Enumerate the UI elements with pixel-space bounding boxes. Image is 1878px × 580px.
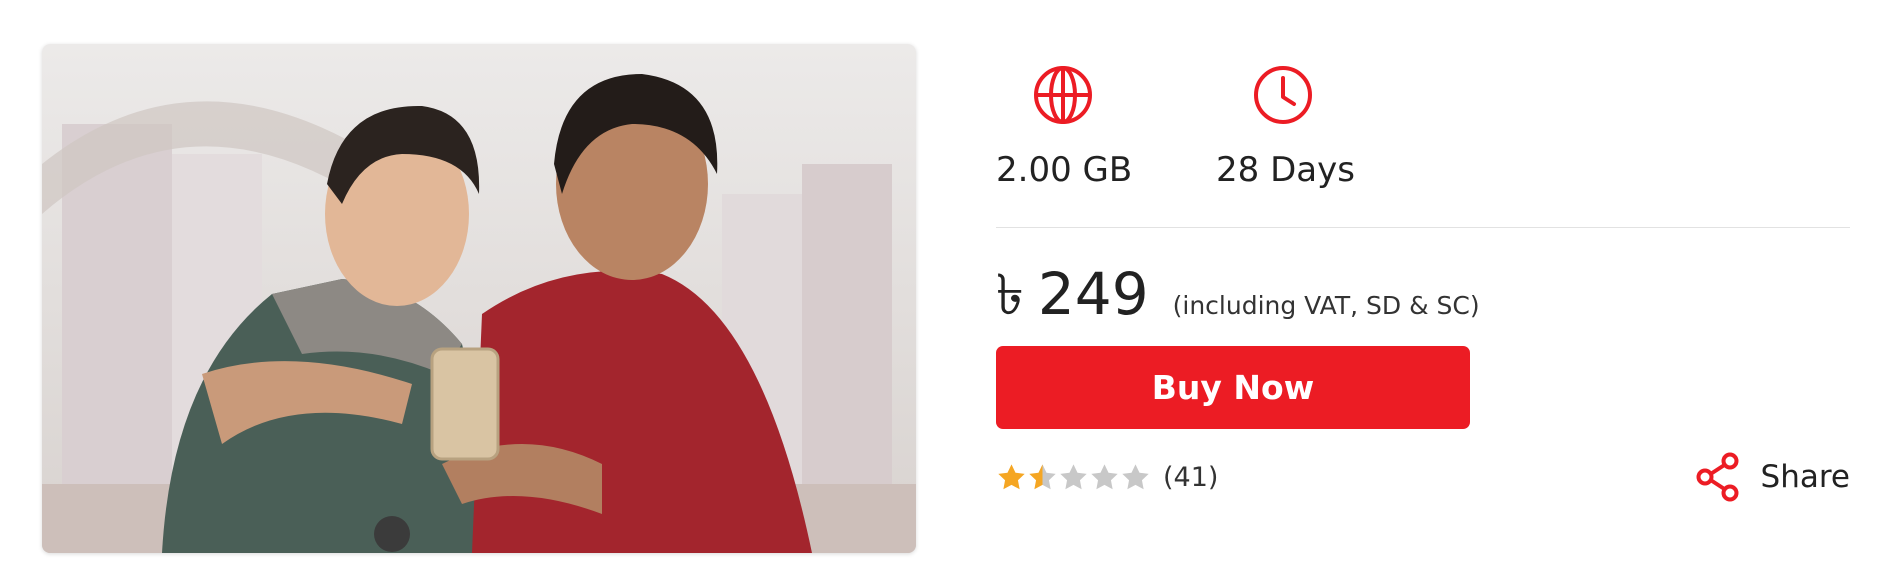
price-row: ৳ 249 (including VAT, SD & SC) bbox=[996, 252, 1480, 332]
price-value: 249 bbox=[1037, 260, 1149, 328]
feature-validity: 28 Days bbox=[1216, 64, 1355, 190]
rating: (41) bbox=[996, 462, 1218, 493]
validity-value: 28 Days bbox=[1216, 150, 1355, 190]
share-button[interactable]: Share bbox=[1695, 452, 1850, 502]
feature-data-volume: 2.00 GB bbox=[996, 64, 1133, 190]
package-details: 2.00 GB 28 Days ৳ 249 (including VAT, SD… bbox=[996, 0, 1850, 580]
star-icon bbox=[996, 462, 1027, 493]
star-empty-icon bbox=[1120, 462, 1151, 493]
buy-now-button[interactable]: Buy Now bbox=[996, 346, 1470, 429]
price-note: (including VAT, SD & SC) bbox=[1172, 291, 1480, 320]
star-half-icon bbox=[1027, 462, 1058, 493]
currency-symbol: ৳ bbox=[996, 263, 1024, 328]
clock-icon bbox=[1252, 64, 1314, 126]
globe-icon bbox=[1032, 64, 1094, 126]
star-empty-icon bbox=[1058, 462, 1089, 493]
share-icon bbox=[1695, 452, 1741, 502]
data-volume-value: 2.00 GB bbox=[996, 150, 1133, 190]
star-empty-icon bbox=[1089, 462, 1120, 493]
package-detail-card: 2.00 GB 28 Days ৳ 249 (including VAT, SD… bbox=[0, 0, 1878, 580]
divider bbox=[996, 227, 1850, 228]
rating-count: (41) bbox=[1163, 462, 1219, 493]
share-label: Share bbox=[1760, 459, 1850, 495]
product-image bbox=[42, 44, 916, 553]
